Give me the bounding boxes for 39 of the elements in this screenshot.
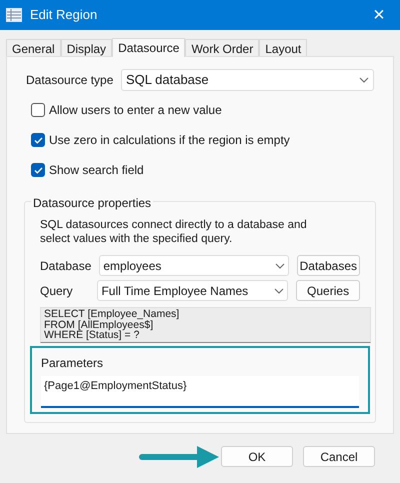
- checkmark-icon: [34, 136, 42, 144]
- tab[interactable]: Layout: [259, 39, 308, 56]
- tab[interactable]: Display: [60, 39, 112, 56]
- dropdown[interactable]: employees: [99, 255, 289, 276]
- dialog-button[interactable]: OK: [221, 446, 293, 467]
- checkbox-label: Allow users to enter a new value: [49, 102, 222, 119]
- tab[interactable]: Datasource: [112, 38, 186, 57]
- window-title: Edit Region: [30, 6, 98, 24]
- checkbox[interactable]: [31, 163, 45, 177]
- dropdown-value: employees: [103, 258, 162, 274]
- chevron-down-icon: [274, 262, 285, 268]
- field-label: Database: [40, 258, 92, 274]
- tab[interactable]: Work Order: [185, 39, 260, 56]
- chevron-down-icon: [274, 288, 284, 294]
- dialog-button[interactable]: Cancel: [303, 446, 375, 467]
- checkbox[interactable]: [31, 103, 45, 117]
- field-label: Query: [40, 282, 74, 300]
- secondary-button[interactable]: Databases: [296, 255, 360, 276]
- tab[interactable]: General: [6, 39, 61, 56]
- checkbox-label: Use zero in calculations if the region is empty: [49, 132, 290, 149]
- dropdown[interactable]: SQL database: [121, 69, 374, 91]
- sql-line: FROM [AllEmployees$]: [44, 320, 154, 330]
- close-button[interactable]: ×: [364, 5, 394, 25]
- chevron-down-icon: [359, 77, 369, 83]
- field-label: Parameters: [41, 354, 104, 372]
- checkbox-label: Show search field: [49, 162, 144, 179]
- description: SQL datasources connect directly to a database and select values with the specified query.: [40, 218, 308, 246]
- field-label: Datasource type: [26, 72, 114, 89]
- secondary-button[interactable]: Queries: [296, 280, 360, 301]
- dropdown-value: Full Time Employee Names: [101, 282, 248, 300]
- dropdown-value: SQL database: [126, 71, 209, 90]
- checkbox[interactable]: [31, 133, 45, 147]
- sql-text-area[interactable]: SELECT [Employee_Names] FROM [AllEmployees$] WHERE [Status] = ?: [40, 307, 371, 342]
- checkmark-icon: [34, 166, 42, 174]
- parameters-field[interactable]: {Page1@EmploymentStatus}: [41, 376, 359, 408]
- dropdown[interactable]: Full Time Employee Names: [97, 280, 288, 301]
- sql-line: SELECT [Employee_Names]: [44, 309, 180, 320]
- sql-line: WHERE [Status] = ?: [44, 330, 140, 340]
- table-icon: [6, 8, 22, 22]
